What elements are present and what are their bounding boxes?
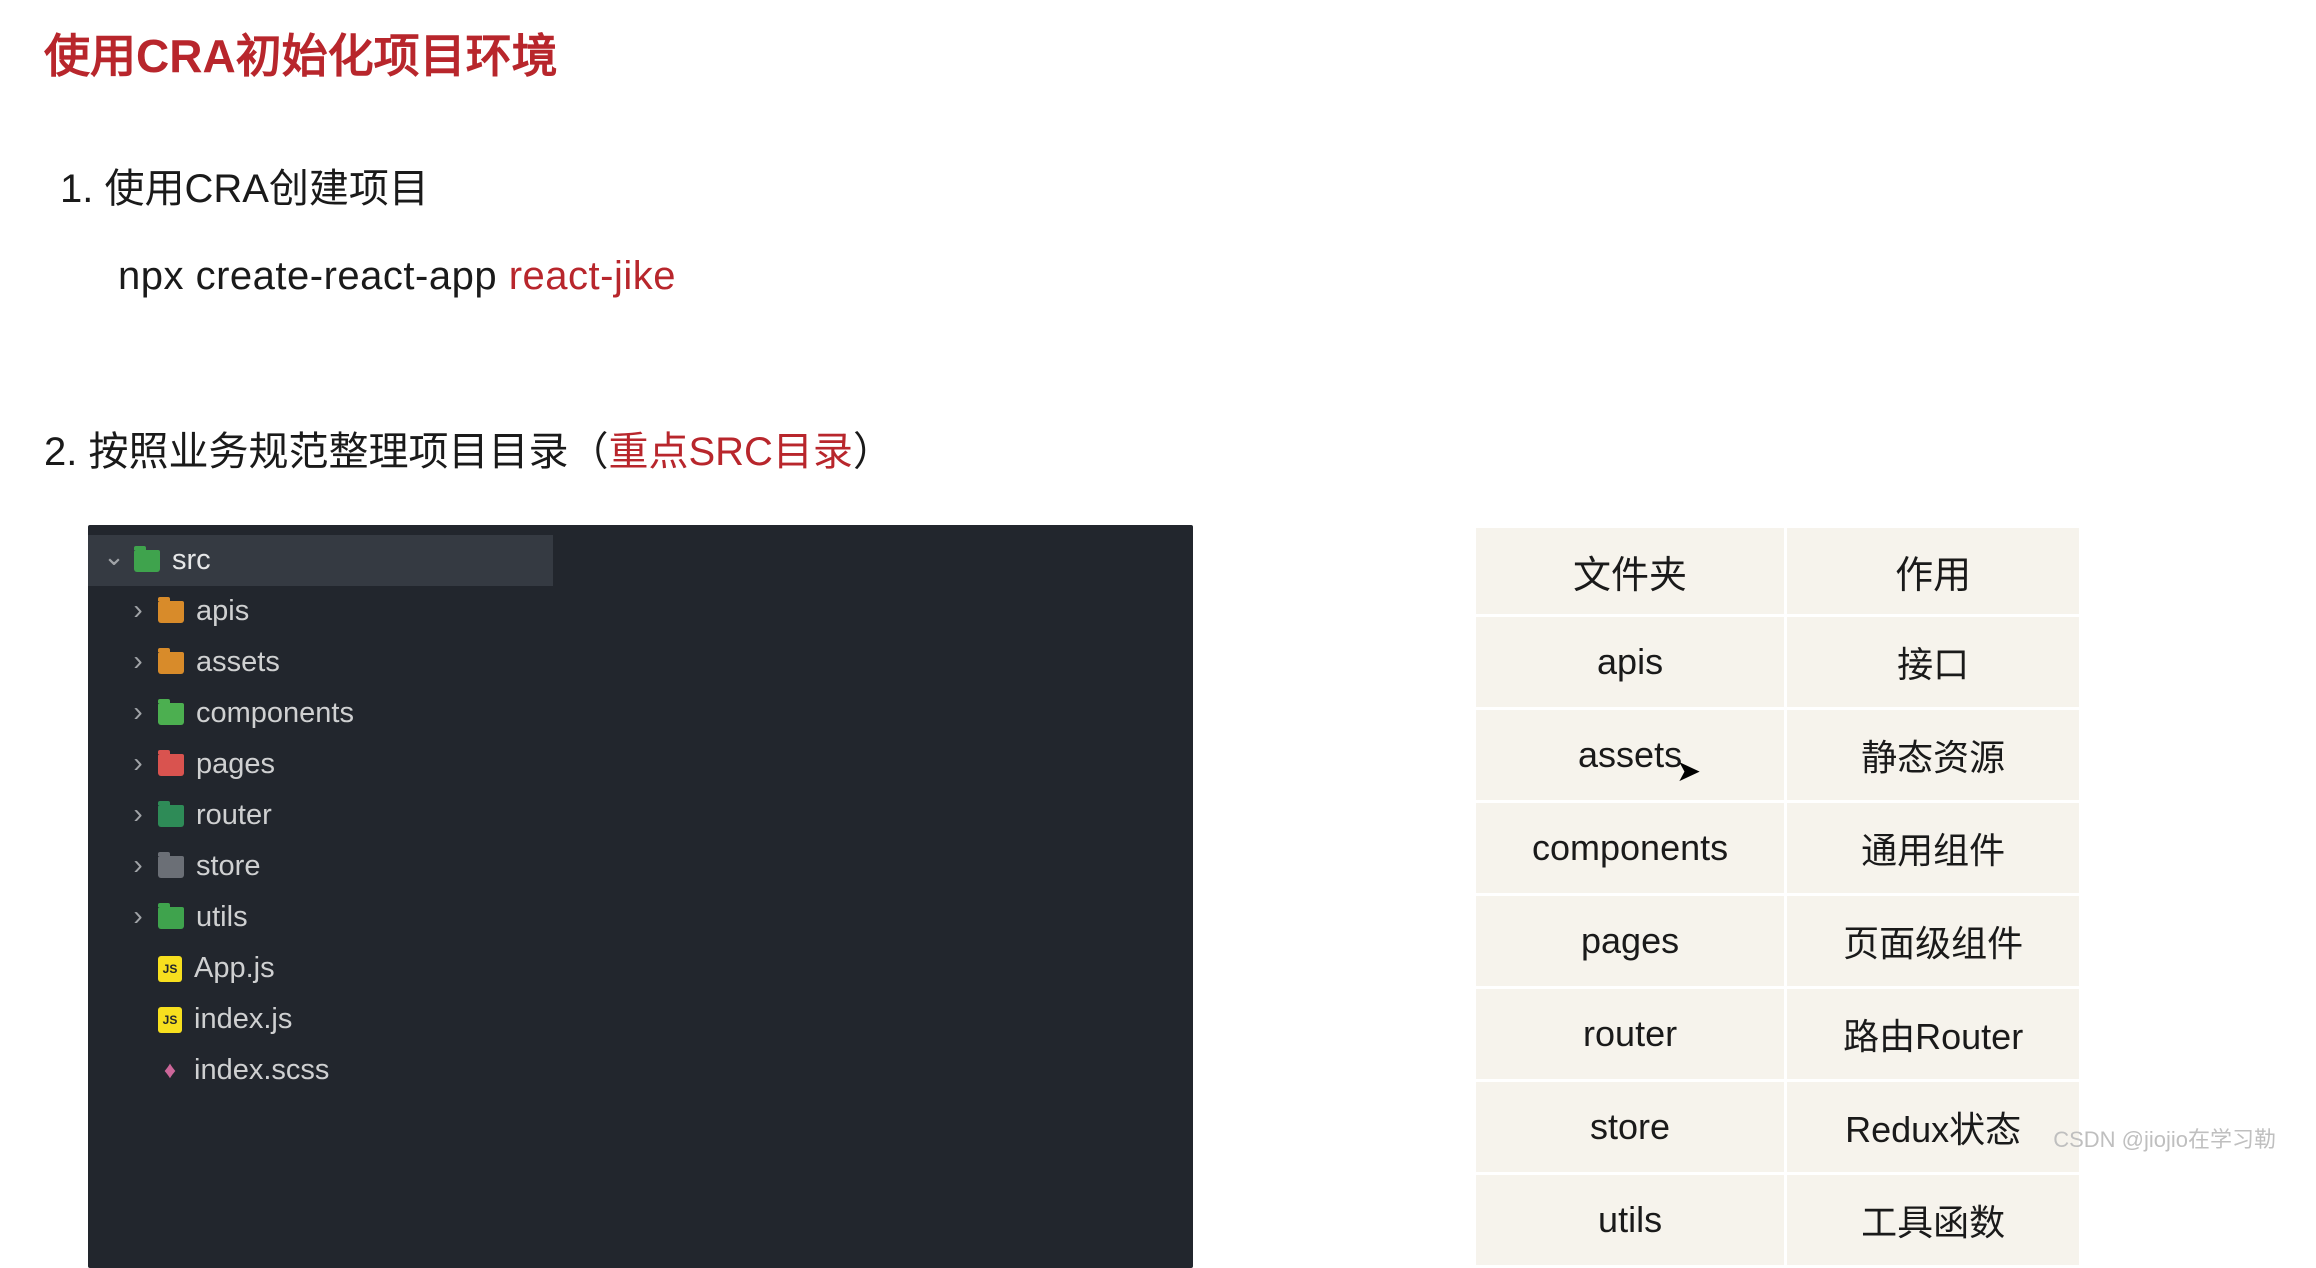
chevron-down-icon[interactable] (102, 545, 126, 576)
tree-root-label: src (172, 544, 211, 577)
step-1-heading: 1. 使用CRA创建项目 (0, 86, 2316, 214)
folder-description-table: 文件夹 作用 apis 接口 assets 静态资源 components 通用… (1473, 525, 2082, 1268)
folder-icon (158, 754, 184, 776)
table-cell-desc: 路由Router (1787, 989, 2079, 1079)
tree-label: components (196, 697, 354, 730)
watermark: CSDN @jiojio在学习勒 (2053, 1122, 2276, 1154)
step-2-heading: 2. 按照业务规范整理项目目录（重点SRC目录） (0, 299, 2316, 477)
table-row: router 路由Router (1476, 989, 2079, 1079)
step-2-prefix: 2. 按照业务规范整理项目目录（ (44, 430, 608, 474)
tree-label: pages (196, 748, 275, 781)
chevron-right-icon[interactable] (126, 698, 150, 730)
chevron-right-icon[interactable] (126, 647, 150, 679)
tree-root-src[interactable]: src (88, 535, 553, 586)
table-cell-folder: components (1476, 803, 1784, 893)
table-row: store Redux状态 (1476, 1082, 2079, 1172)
table-cell-desc: 静态资源 (1787, 710, 2079, 800)
table-cell-folder: router (1476, 989, 1784, 1079)
tree-label: utils (196, 901, 248, 934)
chevron-right-icon[interactable] (126, 902, 150, 934)
tree-folder-utils[interactable]: utils (88, 892, 553, 943)
tree-label: index.js (194, 1003, 292, 1036)
table-cell-desc: 通用组件 (1787, 803, 2079, 893)
chevron-right-icon[interactable] (126, 596, 150, 628)
js-file-icon: JS (158, 956, 182, 982)
command-line: npx create-react-app react-jike (0, 214, 2316, 299)
table-cell-desc: 接口 (1787, 617, 2079, 707)
folder-icon (158, 907, 184, 929)
chevron-right-icon[interactable] (126, 749, 150, 781)
tree-folder-apis[interactable]: apis (88, 586, 553, 637)
table-cell-folder: apis (1476, 617, 1784, 707)
tree-folder-components[interactable]: components (88, 688, 553, 739)
tree-file-app-js[interactable]: JS App.js (88, 943, 553, 994)
js-file-icon: JS (158, 1007, 182, 1033)
tree-label: store (196, 850, 260, 883)
tree-label: apis (196, 595, 249, 628)
table-cell-desc: Redux状态 (1787, 1082, 2079, 1172)
command-argument: react-jike (509, 254, 676, 298)
table-row: apis 接口 (1476, 617, 2079, 707)
table-cell-folder: assets (1476, 710, 1784, 800)
tree-label: assets (196, 646, 280, 679)
table-cell-desc: 页面级组件 (1787, 896, 2079, 986)
tree-file-index-js[interactable]: JS index.js (88, 994, 553, 1045)
tree-folder-assets[interactable]: assets (88, 637, 553, 688)
table-cell-folder: store (1476, 1082, 1784, 1172)
folder-icon (158, 703, 184, 725)
tree-folder-router[interactable]: router (88, 790, 553, 841)
step-2-highlight: 重点SRC目录 (608, 430, 852, 474)
table-row: pages 页面级组件 (1476, 896, 2079, 986)
chevron-right-icon[interactable] (126, 851, 150, 883)
tree-file-index-scss[interactable]: ♦ index.scss (88, 1045, 553, 1096)
folder-icon (158, 652, 184, 674)
table-cell-folder: pages (1476, 896, 1784, 986)
table-header-desc: 作用 (1787, 528, 2079, 614)
chevron-right-icon[interactable] (126, 800, 150, 832)
command-prefix: npx create-react-app (118, 254, 509, 298)
tree-folder-pages[interactable]: pages (88, 739, 553, 790)
table-header-folder: 文件夹 (1476, 528, 1784, 614)
table-row: components 通用组件 (1476, 803, 2079, 893)
step-2-suffix: ） (853, 430, 893, 474)
folder-icon (134, 550, 160, 572)
tree-folder-store[interactable]: store (88, 841, 553, 892)
file-tree-panel: src apis assets components (88, 525, 1193, 1268)
table-cell-desc: 工具函数 (1787, 1175, 2079, 1265)
tree-label: App.js (194, 952, 275, 985)
scss-file-icon: ♦ (158, 1058, 182, 1084)
table-row: assets 静态资源 (1476, 710, 2079, 800)
folder-icon (158, 601, 184, 623)
folder-icon (158, 805, 184, 827)
tree-label: index.scss (194, 1054, 329, 1087)
table-cell-folder: utils (1476, 1175, 1784, 1265)
table-row: utils 工具函数 (1476, 1175, 2079, 1265)
folder-icon (158, 856, 184, 878)
tree-label: router (196, 799, 272, 832)
page-title: 使用CRA初始化项目环境 (0, 0, 2316, 86)
